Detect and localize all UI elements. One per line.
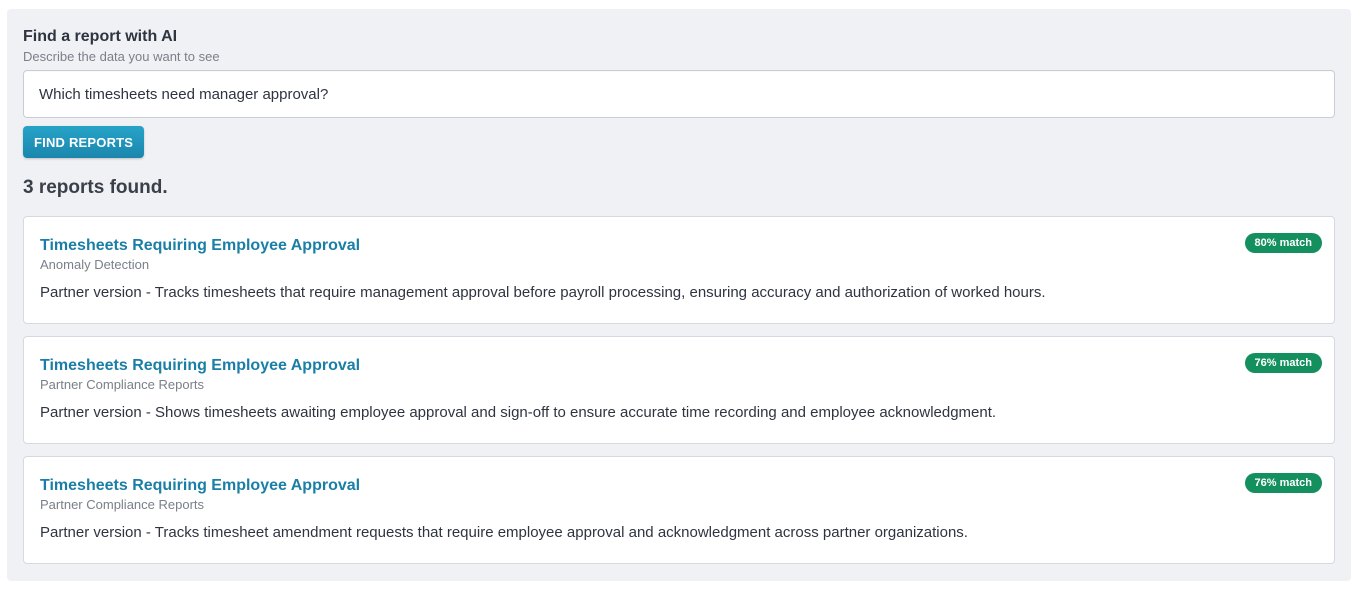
finder-subtitle: Describe the data you want to see: [23, 49, 220, 64]
match-badge: 80% match: [1244, 233, 1322, 253]
result-category: Partner Compliance Reports: [40, 497, 205, 512]
result-card: Timesheets Requiring Employee Approval P…: [23, 336, 1335, 444]
report-finder-panel: Find a report with AI Describe the data …: [7, 9, 1351, 581]
result-count: 3 reports found.: [23, 177, 168, 198]
search-input[interactable]: [23, 70, 1335, 118]
result-title-link[interactable]: Timesheets Requiring Employee Approval: [40, 357, 360, 374]
finder-title: Find a report with AI: [23, 28, 178, 45]
result-category: Partner Compliance Reports: [40, 377, 205, 392]
result-category: Anomaly Detection: [40, 257, 150, 272]
result-title-link[interactable]: Timesheets Requiring Employee Approval: [40, 477, 360, 494]
results-list: Timesheets Requiring Employee Approval A…: [23, 216, 1335, 564]
result-title-link[interactable]: Timesheets Requiring Employee Approval: [40, 237, 360, 254]
result-description: Partner version - Shows timesheets await…: [40, 404, 997, 421]
result-description: Partner version - Tracks timesheets that…: [40, 284, 1046, 301]
match-badge: 76% match: [1244, 353, 1322, 373]
result-card: Timesheets Requiring Employee Approval P…: [23, 456, 1335, 564]
match-badge: 76% match: [1244, 473, 1322, 493]
result-description: Partner version - Tracks timesheet amend…: [40, 524, 968, 541]
find-reports-button[interactable]: FIND REPORTS: [23, 126, 145, 158]
result-card: Timesheets Requiring Employee Approval A…: [23, 216, 1335, 324]
